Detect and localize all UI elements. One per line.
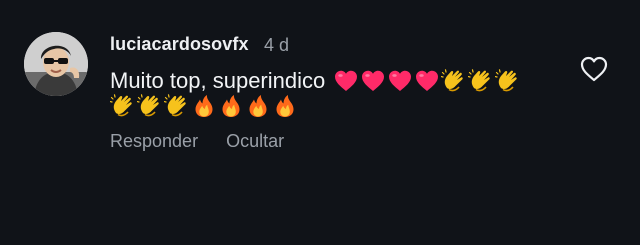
- heart-emoji: [387, 68, 413, 94]
- avatar-image: [24, 32, 88, 96]
- emoji-row: [110, 93, 299, 119]
- clap-emoji: [468, 68, 494, 94]
- clap-emoji: [164, 93, 190, 119]
- comment-actions: Responder Ocultar: [110, 131, 284, 152]
- clap-emoji: [137, 93, 163, 119]
- avatar[interactable]: [24, 32, 88, 96]
- fire-emoji: [218, 93, 244, 119]
- emoji-row: [333, 68, 522, 94]
- fire-emoji: [191, 93, 217, 119]
- fire-emoji: [245, 93, 271, 119]
- comment-text-line: [110, 92, 299, 120]
- clap-emoji: [110, 93, 136, 119]
- comment-username[interactable]: luciacardosovfx: [110, 34, 249, 55]
- heart-emoji: [333, 68, 359, 94]
- fire-emoji: [272, 93, 298, 119]
- hide-button[interactable]: Ocultar: [226, 131, 284, 152]
- reply-button[interactable]: Responder: [110, 131, 198, 152]
- comment-text: Muito top, superindico: [110, 68, 326, 93]
- comment-timestamp: 4 d: [264, 35, 290, 55]
- heart-emoji: [360, 68, 386, 94]
- heart-outline-icon[interactable]: [580, 56, 608, 82]
- comment-item: luciacardosovfx 4 d Muito top, superindi…: [0, 0, 640, 245]
- heart-emoji: [414, 68, 440, 94]
- clap-emoji: [495, 68, 521, 94]
- clap-emoji: [441, 68, 467, 94]
